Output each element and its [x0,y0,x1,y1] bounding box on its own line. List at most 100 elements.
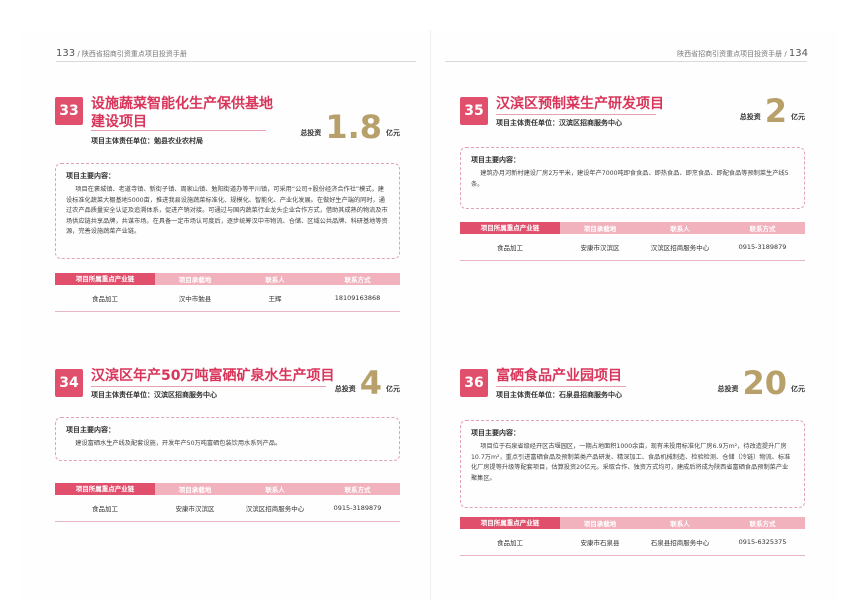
project-owner: 项目主体责任单位：石泉县招商服务中心 [496,391,622,399]
total-investment: 总投资 1.8 亿元 [300,111,400,143]
table-row: 食品加工 安康市汉滨区 汉滨区招商服务中心 0915-3189879 [55,495,400,522]
left-page-title: 陕西省招商引资重点项目投资手册 [81,50,187,58]
left-page-header: 133 / 陕西省招商引资重点项目投资手册 [56,48,187,59]
table-header: 项目所属重点产业链 项目承载地 联系人 联系方式 [55,483,400,495]
left-header-rule [56,61,416,62]
project-description-box: 项目主要内容： 项目在褒城镇、老道寺镇、新街子镇、周家山镇、勉阳街道办等平川镇，… [55,163,400,259]
project-owner: 项目主体责任单位：汉滨区招商服务中心 [496,119,622,127]
description-heading: 项目主要内容： [471,156,520,164]
project-number-badge: 36 [460,369,488,397]
investment-unit: 亿元 [386,385,400,393]
investment-label: 总投资 [717,385,739,393]
project-title-line1: 设施蔬菜智能化生产保供基地 [91,96,273,112]
project-info-table: 项目所属重点产业链 项目承载地 联系人 联系方式 食品加工 安康市石泉县 石泉县… [460,517,805,556]
title-underline [91,386,326,387]
cell-phone: 0915-3189879 [333,504,382,512]
header-phone: 联系方式 [344,276,371,284]
cell-industry: 食品加工 [92,505,118,513]
project-card-33: 33 设施蔬菜智能化生产保供基地 建设项目 项目主体责任单位：勉县农业农村局 总… [55,95,400,317]
right-page-title: 陕西省招商引资重点项目投资手册 [677,50,783,58]
title-underline [496,386,626,387]
project-description-box: 项目主要内容： 建筑办月河新村建设厂房2万平米，建设年产7000吨即食食品、即热… [460,147,805,209]
cell-location: 汉中市勉县 [178,295,212,303]
description-text: 建设富硒水生产线及配套设施，开发年产50万吨富硒包装饮用水系列产品。 [75,440,282,447]
header-industry: 项目所属重点产业链 [55,483,155,495]
cell-contact: 石泉县招商服务中心 [650,539,710,547]
total-investment: 总投资 2 亿元 [740,95,805,127]
investment-value: 4 [359,364,382,402]
title-underline [91,130,266,131]
project-number-badge: 34 [55,369,83,397]
project-number-badge: 33 [55,97,83,125]
title-underline [496,114,656,115]
cell-contact: 汉滨区招商服务中心 [245,505,305,513]
header-phone: 联系方式 [749,225,776,233]
description-heading: 项目主要内容： [66,172,115,180]
header-contact: 联系人 [670,520,690,528]
header-location: 项目承载地 [178,276,212,284]
investment-unit: 亿元 [791,385,805,393]
investment-unit: 亿元 [791,113,805,121]
project-number-badge: 35 [460,97,488,125]
project-owner: 项目主体责任单位：汉滨区招商服务中心 [91,391,217,399]
header-location: 项目承载地 [583,520,617,528]
project-card-35: 35 汉滨区预制菜生产研发项目 项目主体责任单位：汉滨区招商服务中心 总投资 2… [460,95,805,267]
table-header: 项目所属重点产业链 项目承载地 联系人 联系方式 [460,222,805,234]
investment-value: 2 [764,92,787,130]
project-title: 富硒食品产业园项目 [496,367,622,385]
cell-industry: 食品加工 [92,295,118,303]
project-title: 汉滨区年产50万吨富硒矿泉水生产项目 [91,367,334,385]
right-header-rule [445,61,807,62]
project-title-line1: 富硒食品产业园项目 [496,368,622,384]
right-page-number: 134 [788,48,808,59]
project-info-table: 项目所属重点产业链 项目承载地 联系人 联系方式 食品加工 安康市汉滨区 汉滨区… [460,222,805,261]
investment-value: 1.8 [325,108,382,146]
investment-label: 总投资 [334,385,356,393]
project-title: 汉滨区预制菜生产研发项目 [496,95,664,113]
project-description-box: 项目主要内容： 项目位于石泉省级经开区古堰园区，一期占地面积1000余亩，现有未… [460,420,805,508]
total-investment: 总投资 4 亿元 [335,367,400,399]
project-title-line2: 建设项目 [91,114,147,130]
header-contact: 联系人 [265,276,285,284]
project-title-line1: 汉滨区年产50万吨富硒矿泉水生产项目 [91,368,335,384]
cell-phone: 18109163868 [334,294,381,302]
description-heading: 项目主要内容： [471,429,520,437]
table-row: 食品加工 安康市石泉县 石泉县招商服务中心 0915-6325375 [460,529,805,556]
left-page-number: 133 [56,48,76,59]
header-location: 项目承载地 [583,225,617,233]
right-page-header: 陕西省招商引资重点项目投资手册 / 134 [677,48,808,59]
cell-phone: 0915-3189879 [738,243,787,251]
cell-industry: 食品加工 [497,539,523,547]
header-phone: 联系方式 [749,520,776,528]
investment-unit: 亿元 [386,129,400,137]
header-contact: 联系人 [670,225,690,233]
cell-location: 安康市石泉县 [580,539,620,547]
cell-location: 安康市汉滨区 [580,244,620,252]
table-row: 食品加工 汉中市勉县 王辉 18109163868 [55,285,400,312]
cell-phone: 0915-6325375 [738,538,787,546]
table-row: 食品加工 安康市汉滨区 汉滨区招商服务中心 0915-3189879 [460,234,805,261]
project-title: 设施蔬菜智能化生产保供基地 建设项目 [91,95,273,131]
description-text: 项目在褒城镇、老道寺镇、新街子镇、周家山镇、勉阳街道办等平川镇，可采用“公司+股… [66,186,388,235]
cell-industry: 食品加工 [497,244,523,252]
page-spine [430,30,431,600]
description-text: 建筑办月河新村建设厂房2万平米，建设年产7000吨即食食品、即热食品、即烹食品、… [471,170,789,188]
investment-value: 20 [742,364,787,402]
table-header: 项目所属重点产业链 项目承载地 联系人 联系方式 [460,517,805,529]
cell-contact: 汉滨区招商服务中心 [650,244,710,252]
header-industry: 项目所属重点产业链 [55,273,155,285]
project-title-line1: 汉滨区预制菜生产研发项目 [496,96,664,112]
project-card-34: 34 汉滨区年产50万吨富硒矿泉水生产项目 项目主体责任单位：汉滨区招商服务中心… [55,367,400,539]
cell-location: 安康市汉滨区 [175,505,215,513]
project-owner: 项目主体责任单位：勉县农业农村局 [91,137,203,145]
header-contact: 联系人 [265,486,285,494]
total-investment: 总投资 20 亿元 [717,367,805,399]
project-info-table: 项目所属重点产业链 项目承载地 联系人 联系方式 食品加工 安康市汉滨区 汉滨区… [55,483,400,522]
cell-contact: 王辉 [268,295,282,303]
table-header: 项目所属重点产业链 项目承载地 联系人 联系方式 [55,273,400,285]
header-phone: 联系方式 [344,486,371,494]
investment-label: 总投资 [739,113,761,121]
header-industry: 项目所属重点产业链 [460,222,560,234]
description-heading: 项目主要内容： [66,426,115,434]
description-text: 项目位于石泉省级经开区古堰园区，一期占地面积1000余亩，现有未投用标准化厂房6… [471,443,791,482]
